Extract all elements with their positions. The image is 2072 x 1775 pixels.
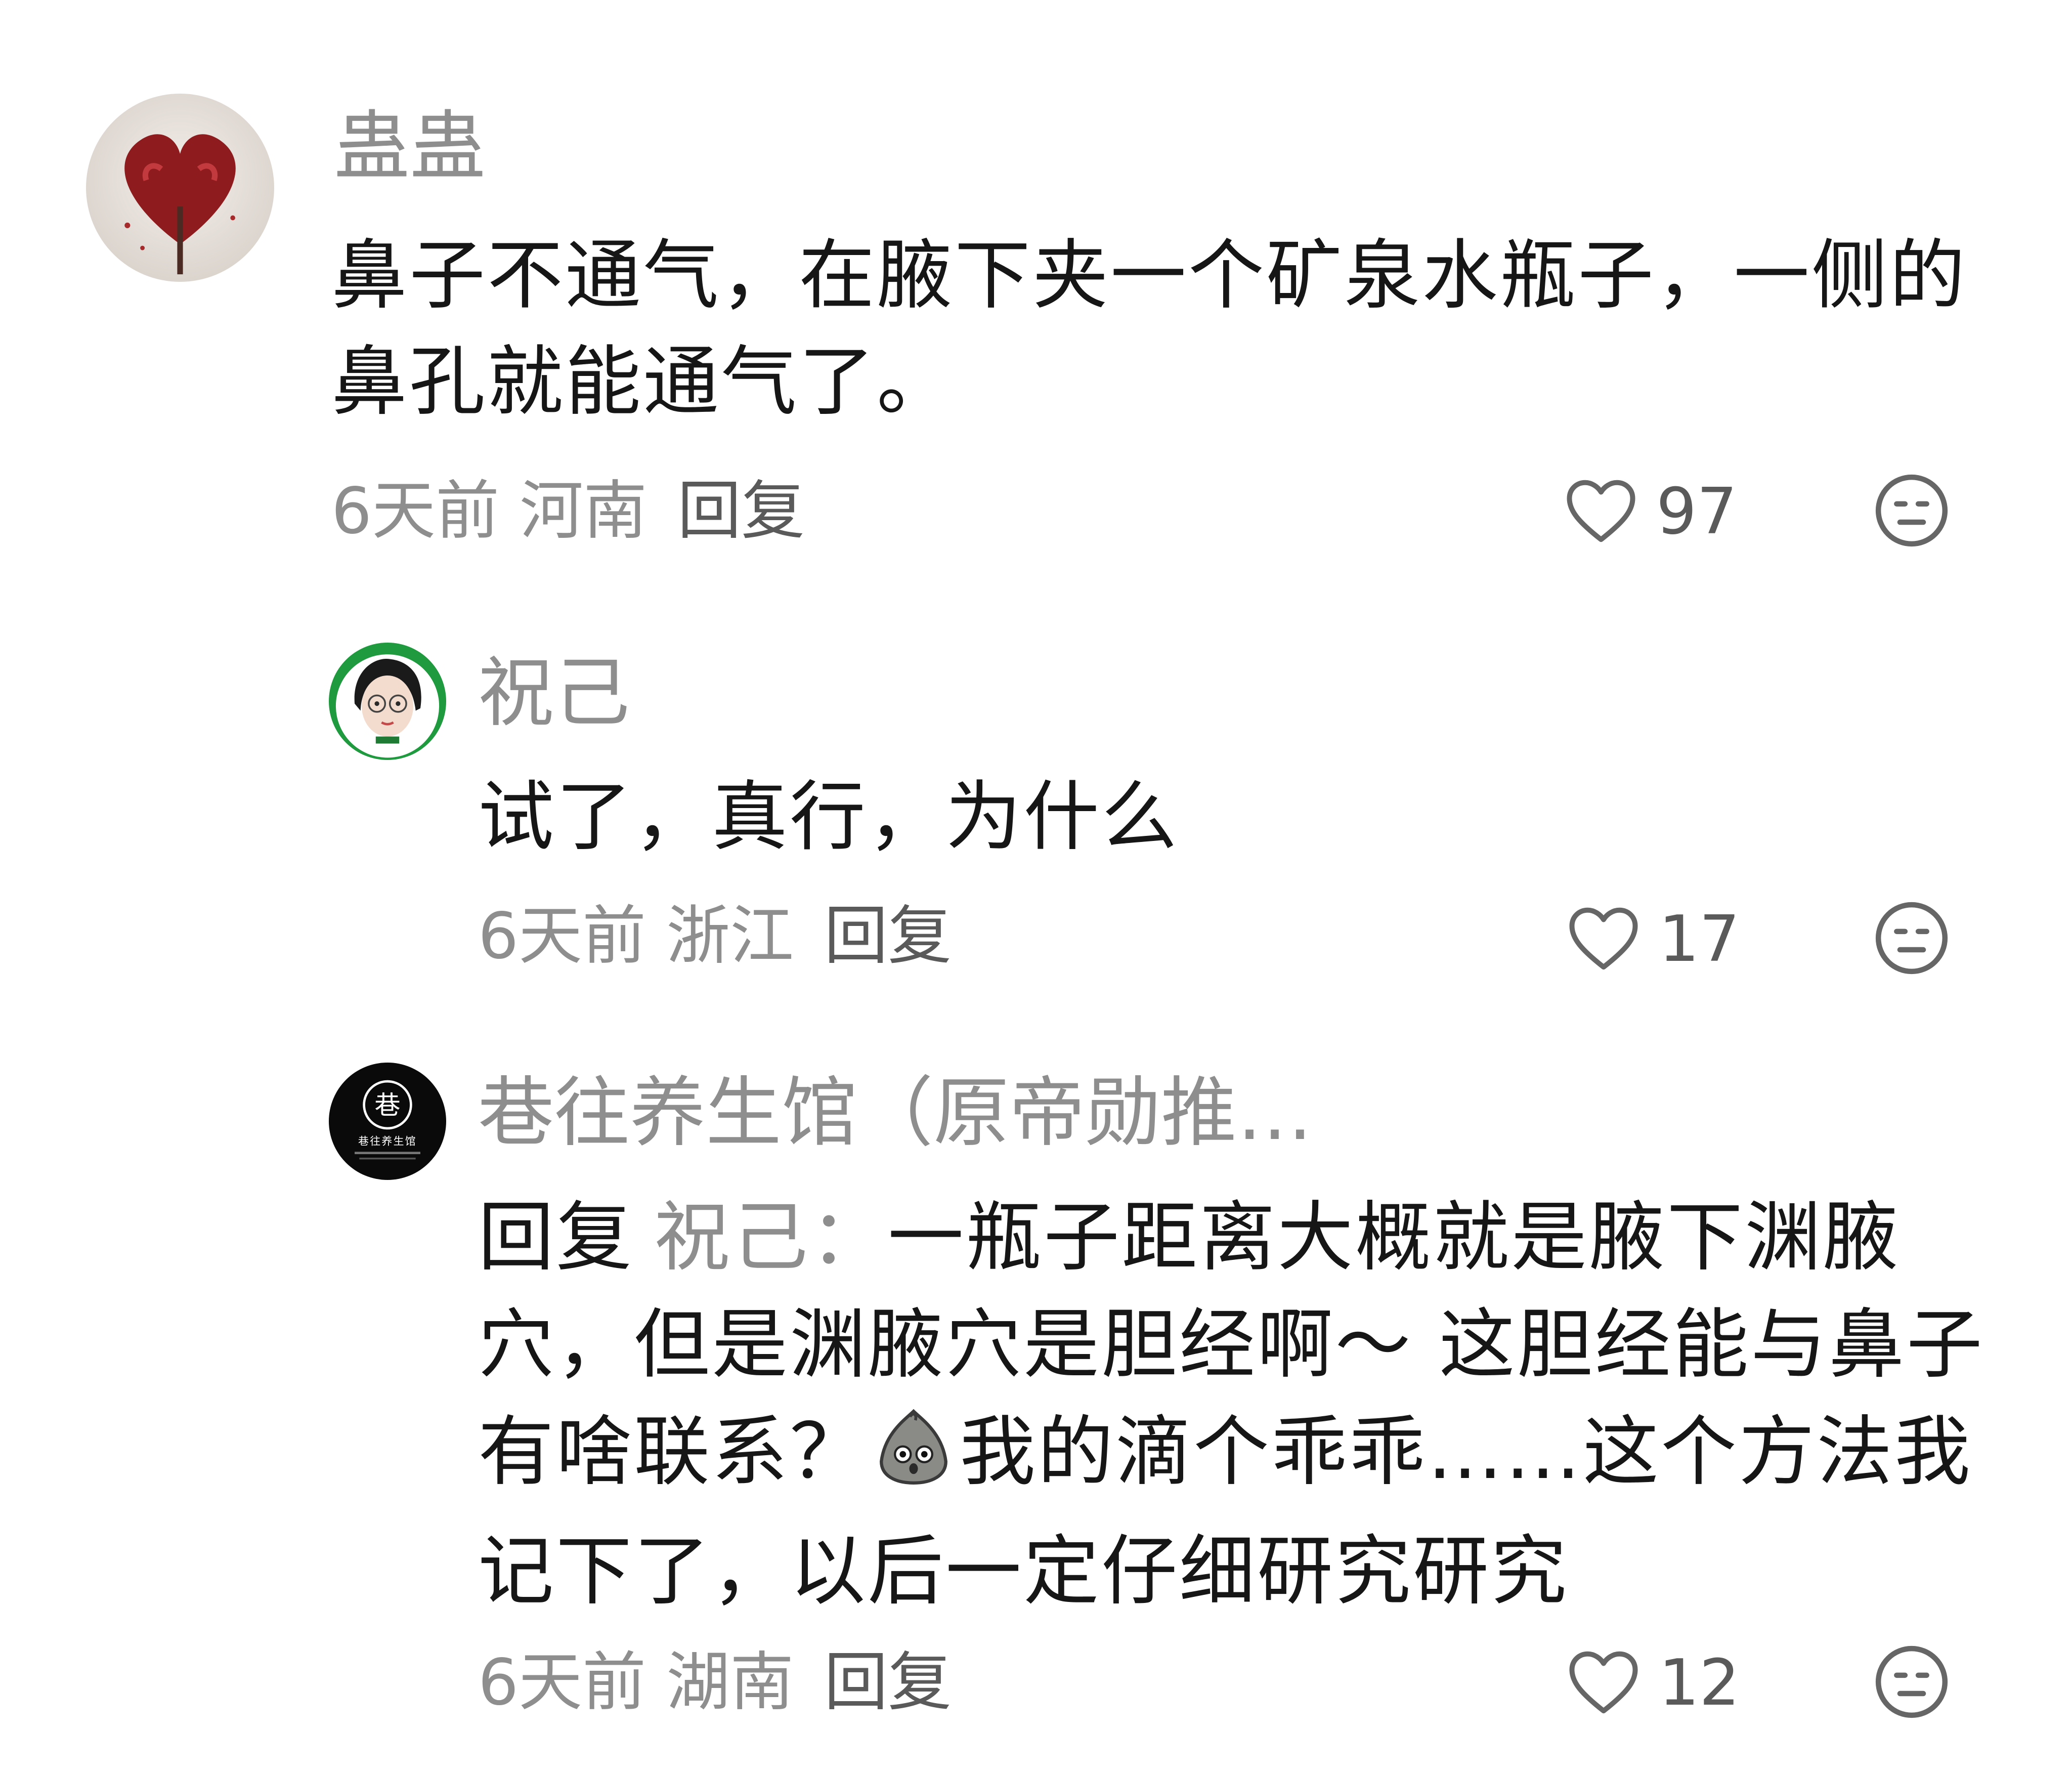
avatar[interactable]: 巷 巷往养生馆 [329, 1063, 446, 1180]
username[interactable]: 祝己 [478, 645, 630, 741]
avatar[interactable] [329, 643, 446, 760]
reply-button[interactable]: 回复 [677, 474, 805, 548]
emoji-reaction-button[interactable] [1872, 471, 1952, 551]
comment-meta: 6天前 河南 回复 [331, 471, 805, 552]
reply-button[interactable]: 回复 [824, 1645, 952, 1719]
region: 河南 [520, 474, 648, 548]
username[interactable]: 蛊蛊 [334, 99, 486, 195]
like-button[interactable]: 97 [1563, 468, 1737, 554]
reply-to-username[interactable]: 祝己： [654, 1194, 888, 1282]
timestamp: 6天前 [478, 899, 646, 973]
region: 浙江 [666, 899, 794, 973]
timestamp: 6天前 [478, 1645, 646, 1719]
svg-text:巷往养生馆: 巷往养生馆 [358, 1135, 417, 1147]
like-count: 97 [1656, 474, 1738, 548]
comment-text: 试了，真行，为什么 [478, 773, 1180, 861]
username[interactable]: 巷往养生馆（原帝勋推… [478, 1065, 1313, 1161]
svg-text:巷: 巷 [374, 1091, 400, 1121]
neutral-face-icon [1875, 1645, 1948, 1718]
avatar[interactable] [86, 94, 274, 282]
reply-button[interactable]: 回复 [824, 899, 952, 973]
neutral-face-icon [1875, 902, 1948, 975]
comment-1: 蛊蛊 鼻子不通气，在腋下夹一个矿泉水瓶子，一侧的鼻孔就能通气了。 6天前 河南 回复… [0, 0, 2072, 582]
reply-prefix: 回复 [478, 1194, 634, 1282]
comment-text: 鼻子不通气，在腋下夹一个矿泉水瓶子，一侧的鼻孔就能通气了。 [331, 232, 1968, 426]
comment-text: 回复 祝己：一瓶子距离大概就是腋下渊腋穴，但是渊腋穴是胆经啊～ 这胆经能与鼻子有啥… [478, 1184, 2021, 1625]
neutral-face-icon [1875, 474, 1948, 547]
heart-outline-icon [1567, 480, 1635, 542]
emoji-reaction-button[interactable] [1872, 898, 1952, 978]
region: 湖南 [666, 1645, 794, 1719]
like-button[interactable]: 17 [1566, 896, 1740, 982]
comment-meta: 6天前 浙江 回复 [478, 896, 952, 977]
like-count: 17 [1659, 901, 1740, 976]
dumpling-face-emoji [871, 1404, 957, 1518]
heart-outline-icon [1569, 907, 1638, 970]
timestamp: 6天前 [331, 474, 500, 548]
emoji-reaction-button[interactable] [1872, 1642, 1952, 1722]
like-button[interactable]: 12 [1566, 1639, 1740, 1725]
like-count: 12 [1659, 1645, 1740, 1720]
comment-meta: 6天前 湖南 回复 [478, 1642, 952, 1723]
heart-outline-icon [1569, 1651, 1638, 1714]
